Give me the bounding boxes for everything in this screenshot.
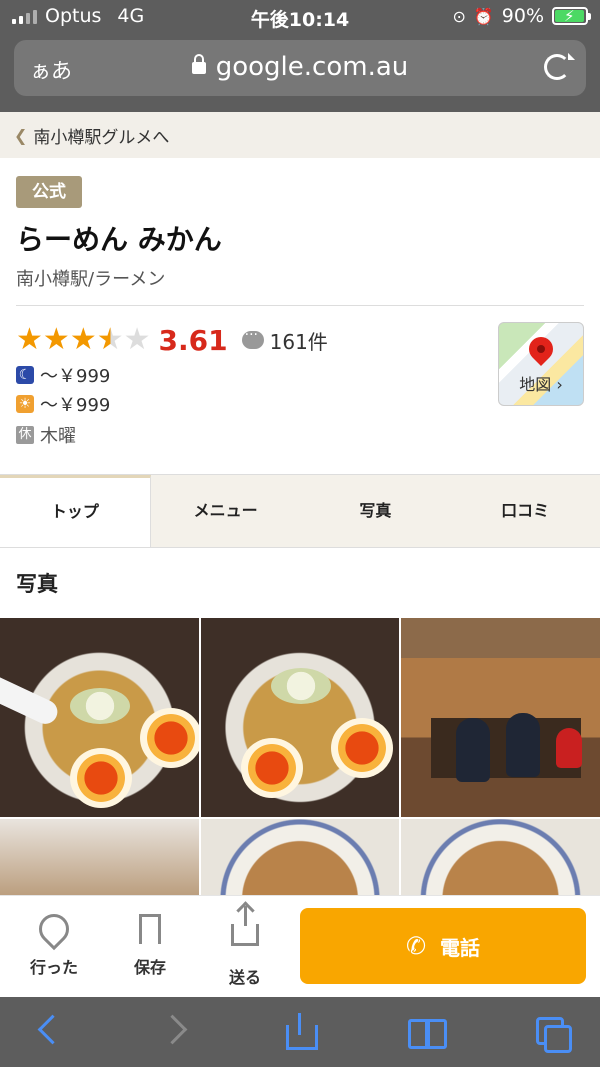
bookmarks-icon[interactable]: [406, 1013, 447, 1049]
bookmark-icon: [139, 914, 161, 953]
call-label: 電話: [440, 935, 481, 960]
share-button[interactable]: 送る: [205, 906, 285, 988]
save-label: 保存: [133, 958, 166, 977]
breadcrumb-label: 南小樽駅グルメへ: [33, 127, 170, 148]
map-pin-icon: [524, 332, 558, 366]
url-text: google.com.au: [215, 52, 409, 82]
dinner-price-row: ☾ ～￥999: [16, 362, 110, 388]
tab-photos[interactable]: 写真: [301, 475, 451, 547]
browser-toolbar: [0, 997, 600, 1067]
visited-label: 行った: [29, 958, 78, 977]
star-icon: ★: [16, 322, 43, 357]
battery-icon: ⚡: [552, 7, 591, 25]
divider: [16, 305, 584, 306]
star-icon: ★: [69, 322, 97, 357]
sun-icon: ☀: [16, 395, 34, 413]
status-bar: Optus 4G 午後10:14 ⊙ ⏰ 90% ⚡: [0, 0, 600, 34]
map-label: 地図 ›: [499, 371, 583, 395]
share-label: 送る: [228, 968, 261, 987]
photo-thumbnail[interactable]: [201, 819, 399, 899]
phone-icon: ✆: [405, 932, 427, 960]
call-button[interactable]: ✆ 電話: [300, 908, 586, 984]
dinner-price: ～￥999: [40, 366, 111, 387]
tabs-icon[interactable]: [532, 1013, 572, 1053]
holiday-icon: 休: [16, 426, 34, 444]
speech-bubble-icon: [241, 327, 264, 349]
alarm-icon: ⏰: [473, 6, 494, 26]
chevron-left-icon: ❮: [14, 125, 28, 145]
tab-menu[interactable]: メニュー: [151, 475, 301, 547]
review-count[interactable]: 161件: [270, 326, 328, 355]
share-sheet-icon[interactable]: [280, 1013, 320, 1050]
star-empty-icon: ★: [123, 322, 151, 357]
chevron-right-icon: ›: [556, 375, 563, 394]
tab-bar: トップ メニュー 写真 口コミ: [0, 474, 600, 548]
visited-check-icon: [32, 907, 76, 951]
official-badge: 公式: [16, 176, 82, 208]
lunch-price: ～￥999: [40, 395, 111, 416]
photo-thumbnail[interactable]: [0, 618, 199, 817]
action-bar: 行った 保存 送る ✆ 電話: [0, 895, 600, 997]
lunch-price-row: ☀ ～￥999: [16, 391, 110, 417]
moon-icon: ☾: [16, 366, 34, 384]
reload-icon[interactable]: [544, 54, 570, 80]
rating-row: ★ ★ ★ ★ ★ 3.61 161件: [16, 322, 328, 358]
orientation-lock-icon: ⊙: [452, 6, 466, 26]
forward-icon[interactable]: [158, 1013, 198, 1049]
share-icon: [231, 906, 259, 946]
tab-reviews[interactable]: 口コミ: [450, 475, 600, 547]
holiday-row: 休 木曜: [16, 422, 76, 448]
star-icon: ★: [42, 322, 70, 357]
url-display[interactable]: google.com.au: [14, 52, 586, 82]
map-button[interactable]: 地図 ›: [498, 322, 584, 406]
photo-thumbnail[interactable]: [401, 618, 600, 817]
lock-icon: [191, 53, 206, 74]
browser-chrome-top: Optus 4G 午後10:14 ⊙ ⏰ 90% ⚡ ぁあ google.com…: [0, 0, 600, 112]
save-button[interactable]: 保存: [110, 914, 190, 978]
photos-section-title: 写真: [16, 572, 58, 596]
tab-top[interactable]: トップ: [0, 475, 151, 547]
breadcrumb[interactable]: ❮ 南小樽駅グルメへ: [0, 112, 600, 158]
photo-thumbnail[interactable]: [201, 618, 399, 817]
rating-score: 3.61: [158, 323, 228, 357]
back-icon[interactable]: [30, 1013, 70, 1049]
address-bar[interactable]: ぁあ google.com.au: [14, 40, 586, 96]
map-label-text: 地図: [519, 375, 552, 394]
visited-button[interactable]: 行った: [14, 907, 94, 978]
photo-thumbnail[interactable]: [401, 819, 600, 899]
charging-icon: ⚡: [564, 7, 575, 25]
store-category: 南小樽駅/ラーメン: [16, 269, 166, 290]
status-right: ⊙ ⏰ 90% ⚡: [452, 5, 591, 27]
photo-thumbnail[interactable]: [0, 819, 199, 899]
store-name: らーめん みかん: [16, 223, 222, 256]
battery-percent: 90%: [501, 5, 544, 27]
holiday-text: 木曜: [40, 426, 76, 447]
star-half-icon: ★: [96, 322, 124, 357]
